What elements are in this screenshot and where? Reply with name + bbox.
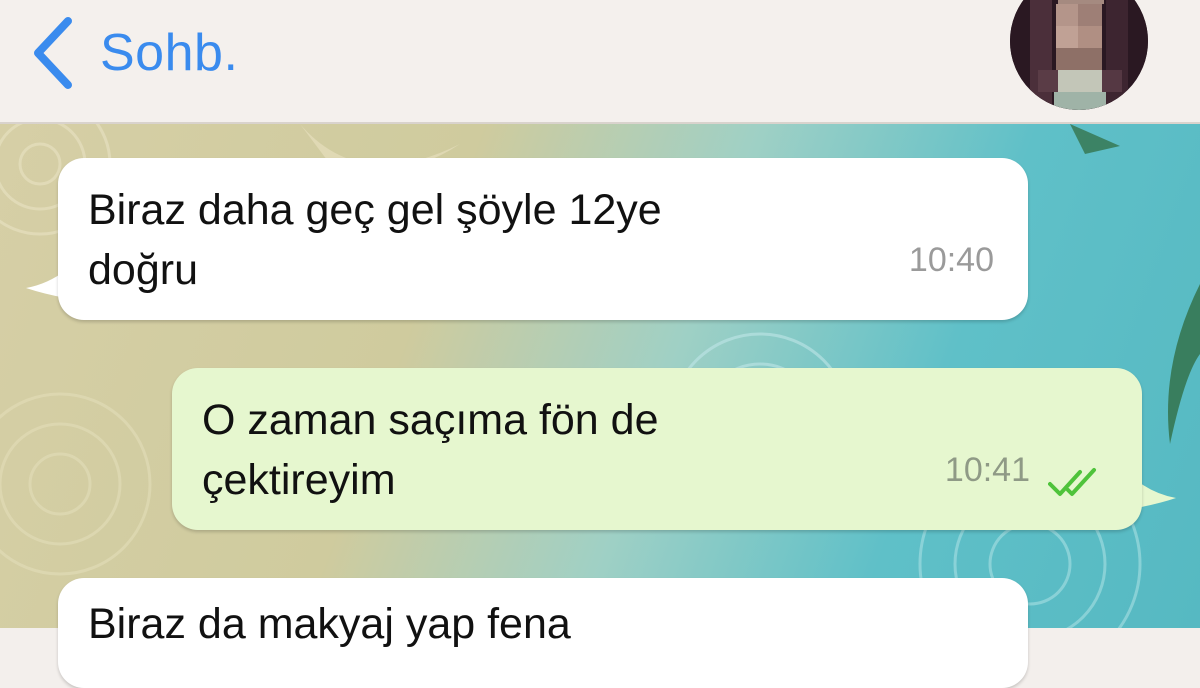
message-text: Biraz daha geç gel şöyle 12ye doğru xyxy=(88,186,662,294)
message-bubble-outgoing[interactable]: O zaman saçıma fön de çektireyim 10:41 xyxy=(172,368,1142,530)
message-text: O zaman saçıma fön de çektireyim xyxy=(202,396,659,504)
bubble-tail xyxy=(1136,480,1176,508)
back-label: Sohb. xyxy=(100,24,239,82)
chevron-left-icon xyxy=(34,17,72,89)
message-bubble-incoming[interactable]: Biraz daha geç gel şöyle 12ye doğru 10:4… xyxy=(58,158,1028,320)
message-time: 10:40 xyxy=(908,241,994,279)
read-receipt-icon xyxy=(1048,468,1096,496)
message-text: Biraz da makyaj yap fena xyxy=(88,600,571,648)
message-time: 10:41 xyxy=(944,451,1030,489)
chat-header: Sohb. xyxy=(0,0,1200,124)
contact-avatar[interactable] xyxy=(1010,0,1148,110)
message-bubble-incoming[interactable]: Biraz da makyaj yap fena xyxy=(58,578,1028,688)
back-button[interactable]: Sohb. xyxy=(28,8,238,98)
blurred-photo xyxy=(1010,0,1148,110)
